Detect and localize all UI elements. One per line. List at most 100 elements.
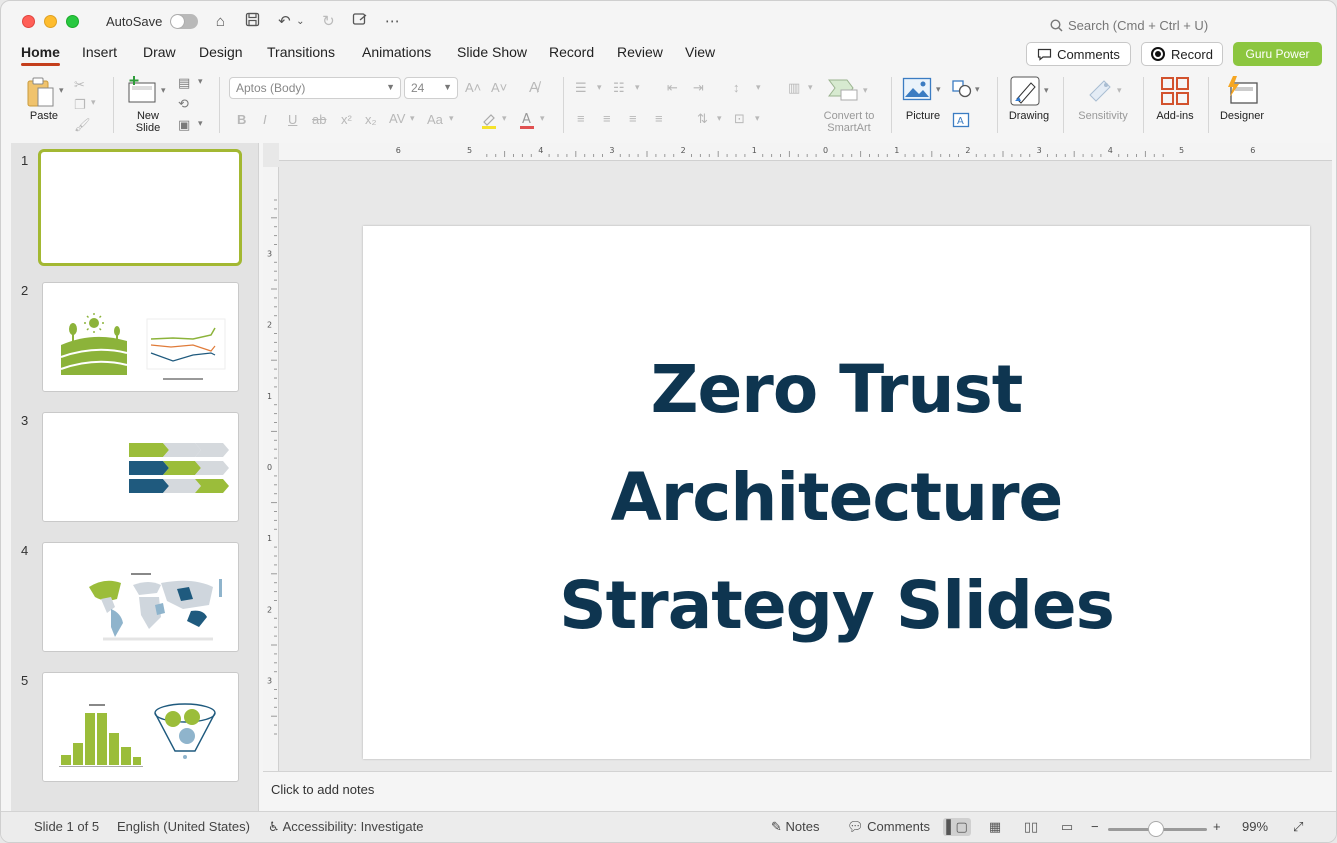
increase-indent-icon[interactable]: ⇥	[693, 80, 704, 96]
comments-toggle-button[interactable]: 💬︎ Comments	[847, 819, 930, 835]
columns-icon[interactable]: ▥	[788, 80, 800, 96]
font-size-combo[interactable]: 24 ▼	[404, 77, 458, 99]
notes-toggle-button[interactable]: ✎ Notes	[771, 819, 820, 835]
thumbnail-slide-4[interactable]	[42, 542, 239, 652]
slide-thumbnails-panel[interactable]: 1 2 3 4 5	[11, 143, 259, 811]
thumbnail-slide-3[interactable]	[42, 412, 239, 522]
increase-font-size-icon[interactable]: A˄	[465, 80, 481, 95]
picture-chevron-icon[interactable]: ▾	[936, 84, 941, 95]
reading-view-icon[interactable]: ▯▯	[1017, 818, 1045, 836]
undo-dropdown-chevron-icon[interactable]: ⌄	[294, 16, 306, 27]
zoom-level[interactable]: 99%	[1242, 819, 1268, 834]
more-options-icon[interactable]: ⋯	[382, 12, 402, 30]
align-right-icon[interactable]: ≡	[629, 111, 637, 126]
underline-icon[interactable]: U	[288, 112, 297, 127]
paste-dropdown-chevron-icon[interactable]: ▾	[59, 85, 64, 96]
tab-animations[interactable]: Animations	[362, 44, 431, 60]
slide-canvas[interactable]: Zero Trust Architecture Strategy Slides	[289, 167, 1332, 771]
decrease-font-size-icon[interactable]: A˅	[491, 80, 507, 95]
smartart-icon[interactable]	[827, 76, 859, 105]
copy-icon[interactable]: ❐	[74, 97, 86, 113]
save-icon[interactable]	[242, 12, 262, 31]
shapes-chevron-icon[interactable]: ▾	[975, 84, 980, 95]
font-color-chevron-icon[interactable]: ▾	[540, 113, 545, 124]
home-icon[interactable]: ⌂	[210, 13, 230, 30]
bullets-chevron-icon[interactable]: ▾	[597, 82, 602, 93]
tab-review[interactable]: Review	[617, 44, 663, 60]
add-ins-icon[interactable]	[1160, 76, 1190, 109]
fit-to-window-icon[interactable]: ⤢	[1293, 819, 1303, 835]
align-text-icon[interactable]: ⊡	[734, 111, 745, 127]
tab-home[interactable]: Home	[21, 44, 60, 66]
tab-insert[interactable]: Insert	[82, 44, 117, 60]
text-box-icon[interactable]: A	[952, 112, 970, 131]
zoom-slider-thumb[interactable]	[1148, 821, 1164, 837]
justify-icon[interactable]: ≡	[655, 111, 663, 126]
strikethrough-icon[interactable]: ab	[312, 112, 326, 127]
numbering-icon[interactable]: ☷	[613, 80, 625, 96]
character-spacing-icon[interactable]: AV	[389, 111, 405, 126]
section-icon[interactable]: ▣	[178, 117, 190, 133]
align-left-icon[interactable]: ≡	[577, 111, 585, 126]
bold-icon[interactable]: B	[237, 112, 246, 127]
text-direction-icon[interactable]: ⇅	[697, 111, 708, 127]
numbering-chevron-icon[interactable]: ▾	[635, 82, 640, 93]
zoom-out-icon[interactable]: −	[1091, 819, 1099, 834]
italic-icon[interactable]: I	[263, 112, 267, 127]
thumbnail-slide-2[interactable]	[42, 282, 239, 392]
shapes-icon[interactable]	[952, 80, 972, 101]
tab-view[interactable]: View	[685, 44, 715, 60]
minimize-window-button[interactable]	[44, 14, 57, 28]
line-spacing-chevron-icon[interactable]: ▾	[756, 82, 761, 93]
subscript-icon[interactable]: x₂	[365, 112, 377, 127]
undo-icon[interactable]: ↶	[274, 12, 294, 30]
font-name-combo[interactable]: Aptos (Body) ▼	[229, 77, 401, 99]
zoom-in-icon[interactable]: +	[1213, 819, 1221, 834]
autosave-toggle[interactable]	[170, 13, 199, 29]
sensitivity-icon[interactable]	[1086, 75, 1116, 108]
decrease-indent-icon[interactable]: ⇤	[667, 80, 678, 96]
zoom-window-button[interactable]	[66, 14, 79, 28]
layout-icon[interactable]: ▤	[178, 75, 190, 91]
designer-icon[interactable]	[1225, 75, 1259, 108]
drawing-icon[interactable]	[1009, 75, 1041, 110]
normal-view-icon[interactable]: ▌▢	[943, 818, 971, 836]
slide-sorter-view-icon[interactable]: ▦	[981, 818, 1009, 836]
notes-pane[interactable]: Click to add notes	[263, 771, 1332, 811]
bullets-icon[interactable]: ☰	[575, 80, 587, 96]
text-direction-chevron-icon[interactable]: ▾	[717, 113, 722, 124]
copy-dropdown-chevron-icon[interactable]: ▾	[91, 97, 96, 108]
align-text-chevron-icon[interactable]: ▾	[755, 113, 760, 124]
tab-draw[interactable]: Draw	[143, 44, 176, 60]
new-slide-icon[interactable]	[126, 75, 158, 106]
redo-icon[interactable]: ↻	[318, 12, 338, 30]
font-color-icon[interactable]: A	[518, 111, 536, 132]
tab-record[interactable]: Record	[549, 44, 594, 60]
search-box[interactable]: Search (Cmd + Ctrl + U)	[1050, 18, 1208, 33]
clear-formatting-icon[interactable]: A̸	[529, 79, 539, 96]
horizontal-ruler[interactable]: 6 5 4 3 2 1 0 1 2 3 4 5 6	[279, 143, 1332, 161]
line-spacing-icon[interactable]: ↕	[733, 80, 740, 95]
close-window-button[interactable]	[22, 14, 35, 28]
change-case-chevron-icon[interactable]: ▾	[449, 113, 454, 124]
tab-transitions[interactable]: Transitions	[267, 44, 335, 60]
thumbnail-slide-5[interactable]	[42, 672, 239, 782]
record-button[interactable]: Record	[1141, 42, 1223, 66]
paste-icon[interactable]	[25, 76, 57, 111]
change-case-icon[interactable]: Aa	[427, 112, 443, 127]
present-icon[interactable]	[350, 12, 370, 31]
columns-chevron-icon[interactable]: ▾	[808, 82, 813, 93]
superscript-icon[interactable]: x²	[341, 112, 352, 127]
new-slide-dropdown-chevron-icon[interactable]: ▾	[161, 85, 166, 96]
align-center-icon[interactable]: ≡	[603, 111, 611, 126]
current-slide[interactable]: Zero Trust Architecture Strategy Slides	[363, 226, 1310, 759]
layout-dropdown-chevron-icon[interactable]: ▾	[198, 76, 203, 87]
thumbnail-slide-1[interactable]	[38, 149, 242, 266]
character-spacing-chevron-icon[interactable]: ▾	[410, 113, 415, 124]
tab-design[interactable]: Design	[199, 44, 243, 60]
highlight-icon[interactable]	[480, 111, 498, 132]
vertical-ruler[interactable]: 3 2 1 0 1 2 3	[263, 167, 279, 771]
drawing-chevron-icon[interactable]: ▾	[1044, 85, 1049, 96]
language-status[interactable]: English (United States)	[117, 819, 250, 834]
format-painter-icon[interactable]: 🖌	[74, 117, 91, 133]
